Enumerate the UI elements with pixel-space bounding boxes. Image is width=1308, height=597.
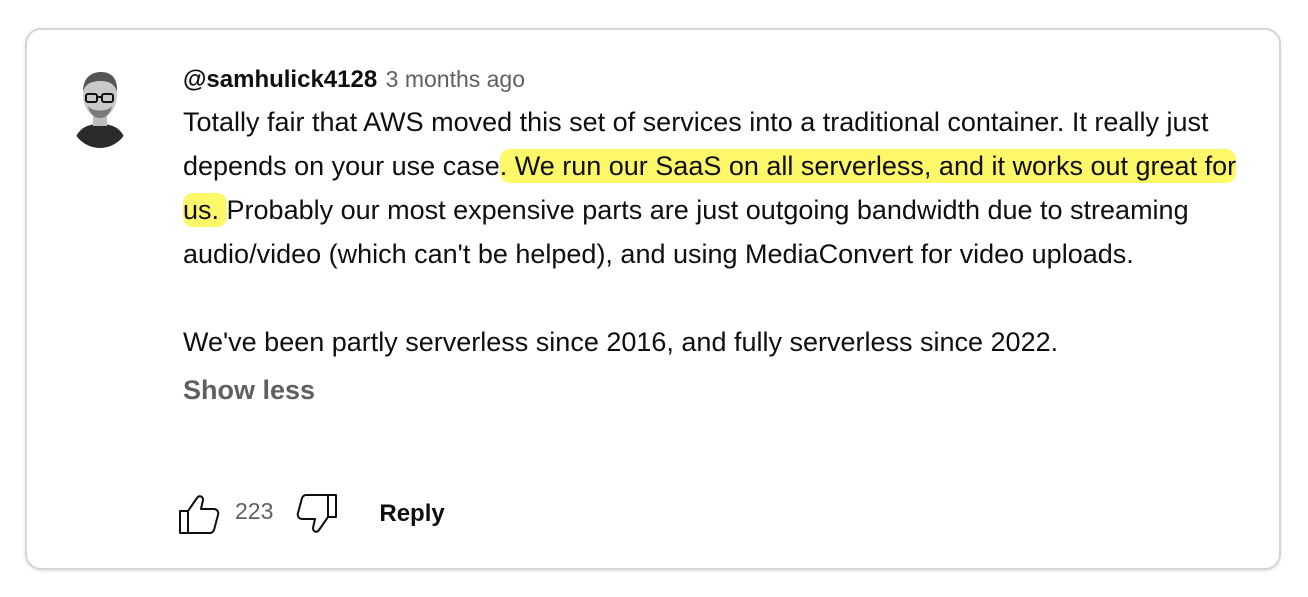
avatar-image (71, 60, 129, 148)
like-button[interactable] (177, 492, 221, 536)
comment-timestamp[interactable]: 3 months ago (386, 66, 525, 92)
thumbs-up-icon (179, 495, 220, 534)
thumbs-down-icon (297, 494, 338, 533)
comment-text: Totally fair that AWS moved this set of … (183, 100, 1253, 364)
author-name[interactable]: @samhulick4128 (183, 66, 377, 93)
dislike-button[interactable] (295, 492, 339, 536)
comment-card: @samhulick4128 3 months ago Totally fair… (25, 28, 1281, 570)
comment-content: @samhulick4128 3 months ago Totally fair… (183, 62, 1253, 410)
comment-paragraph-1: Totally fair that AWS moved this set of … (183, 100, 1253, 276)
text-after-highlight: Probably our most expensive parts are ju… (183, 195, 1189, 269)
comment-paragraph-2: We've been partly serverless since 2016,… (183, 327, 1059, 357)
reply-button[interactable]: Reply (379, 500, 444, 528)
comment-header: @samhulick4128 3 months ago (183, 62, 1253, 96)
avatar[interactable] (71, 60, 129, 148)
like-count: 223 (235, 497, 274, 524)
comment-actions: 223 Reply (177, 492, 445, 536)
show-less-button[interactable]: Show less (183, 370, 1253, 410)
